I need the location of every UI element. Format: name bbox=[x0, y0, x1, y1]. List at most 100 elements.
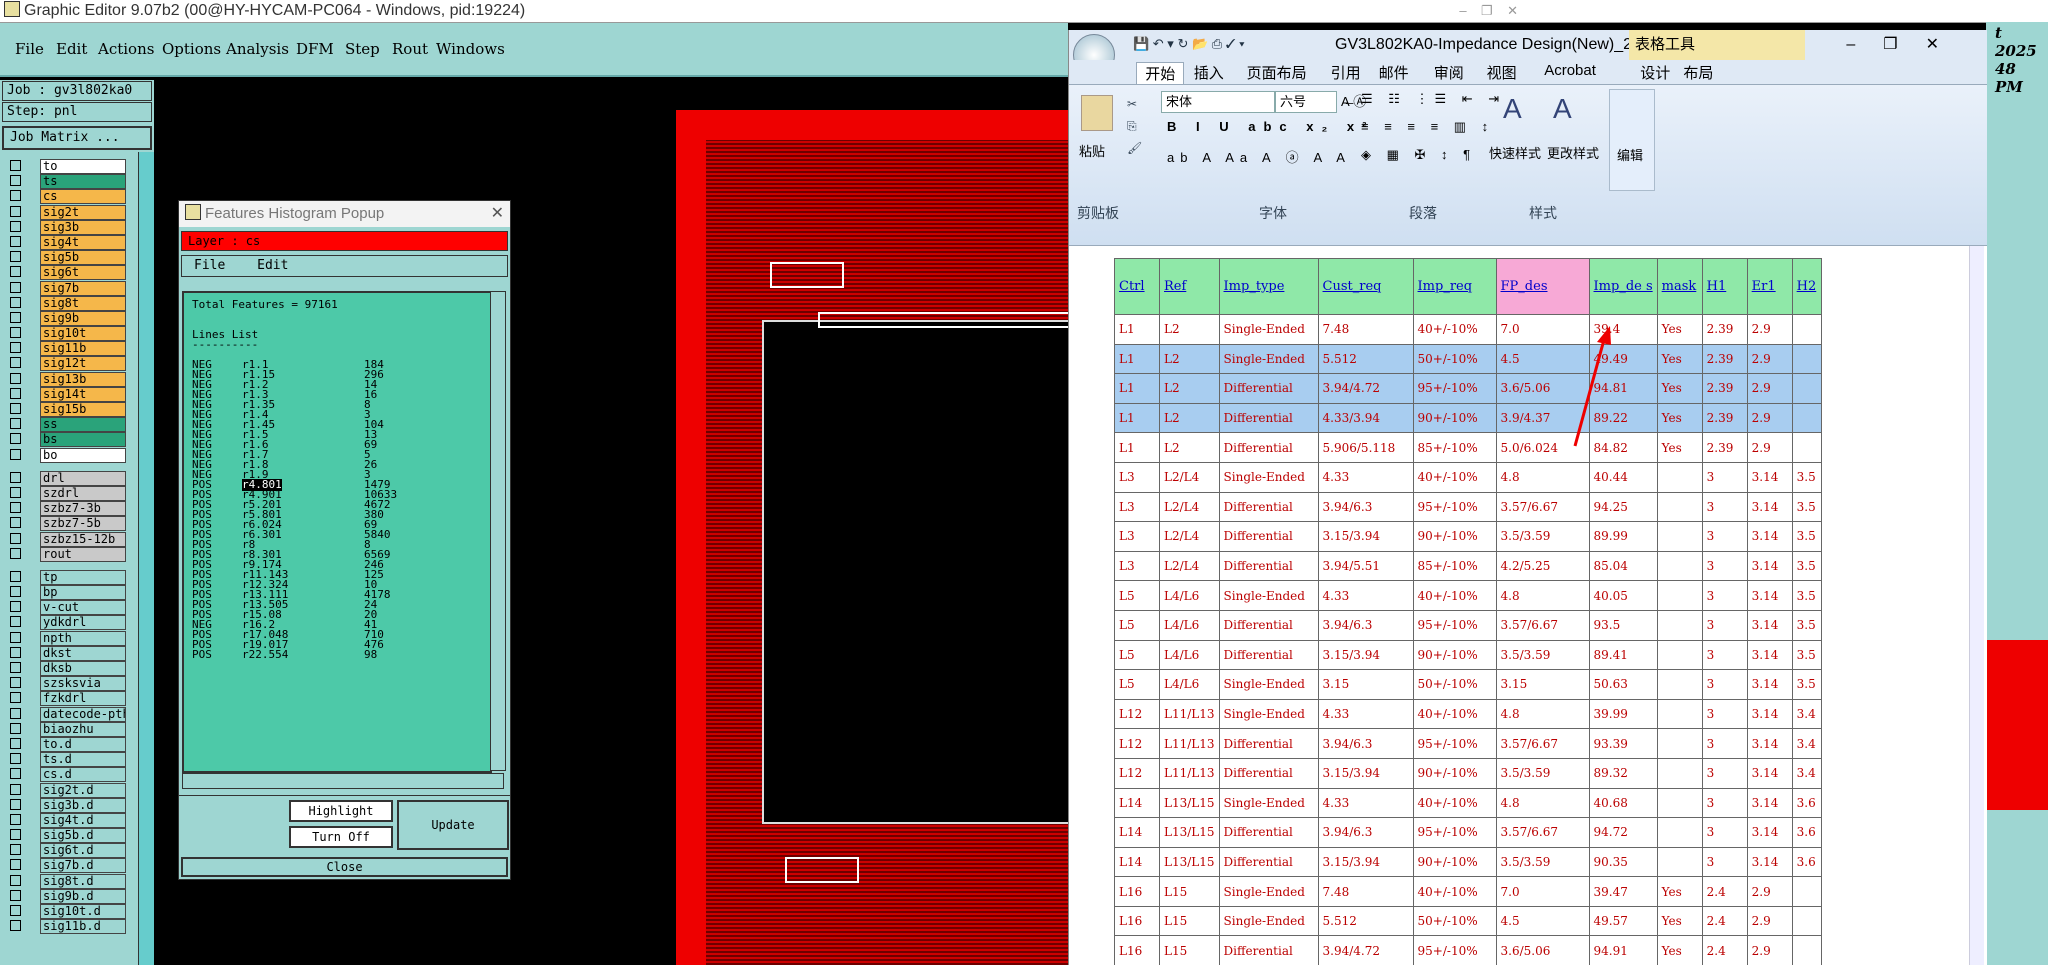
layer-row-szdrl[interactable]: szdrl bbox=[0, 485, 154, 501]
menu-actions[interactable]: Actions bbox=[98, 40, 154, 58]
layer-name[interactable]: szbz7-5b bbox=[40, 516, 126, 532]
layer-name[interactable]: bs bbox=[40, 432, 126, 448]
layer-row-bo[interactable]: bo bbox=[0, 447, 154, 463]
layer-row-sig12t[interactable]: sig12t bbox=[0, 355, 154, 372]
layer-name[interactable]: sig8t bbox=[40, 295, 126, 311]
layer-checkbox[interactable] bbox=[10, 783, 21, 795]
layer-name[interactable]: sig5b bbox=[40, 250, 126, 266]
layer-checkbox[interactable] bbox=[10, 707, 21, 719]
layer-name[interactable]: sig9b.d bbox=[40, 888, 126, 904]
layer-row-cs[interactable]: cs bbox=[0, 188, 154, 205]
layer-row-datecode-pth[interactable]: datecode-pth bbox=[0, 706, 154, 722]
edit-group[interactable] bbox=[1609, 89, 1655, 191]
layer-row-sig13b[interactable]: sig13b bbox=[0, 371, 154, 387]
layer-row-sig15b[interactable]: sig15b bbox=[0, 401, 154, 417]
layer-name[interactable]: sig14t bbox=[40, 386, 126, 402]
clipboard-icons[interactable]: ✂ ⎘ 🖌 bbox=[1127, 93, 1142, 159]
popup-menu-edit[interactable]: Edit bbox=[257, 258, 288, 273]
layer-name[interactable]: sig15b bbox=[40, 402, 126, 417]
layer-row-rout[interactable]: rout bbox=[0, 546, 154, 562]
layer-row-ts.d[interactable]: ts.d bbox=[0, 751, 154, 768]
layer-row-sig5b.d[interactable]: sig5b.d bbox=[0, 827, 154, 844]
menu-step[interactable]: Step bbox=[345, 40, 380, 58]
layer-row-fzkdrl[interactable]: fzkdrl bbox=[0, 690, 154, 707]
layer-row-ss[interactable]: ss bbox=[0, 416, 154, 433]
font-format-icons[interactable]: B I U abc x₂ x² bbox=[1167, 119, 1374, 134]
layer-row-to.d[interactable]: to.d bbox=[0, 736, 154, 752]
layer-name[interactable]: datecode-pth bbox=[40, 706, 126, 722]
paragraph-shading-icons[interactable]: ◈ ▦ ✠ ↕ ¶ bbox=[1361, 147, 1476, 163]
layer-name[interactable]: ss bbox=[40, 417, 126, 433]
layer-name[interactable]: sig5b.d bbox=[40, 828, 126, 844]
menu-options[interactable]: Options bbox=[162, 40, 221, 58]
menu-dfm[interactable]: DFM bbox=[296, 40, 334, 58]
layer-checkbox[interactable] bbox=[10, 829, 21, 841]
close-icon[interactable]: ✕ bbox=[491, 201, 504, 227]
layer-checkbox[interactable] bbox=[10, 616, 21, 628]
layer-row-sig6t.d[interactable]: sig6t.d bbox=[0, 842, 154, 859]
layer-name[interactable]: sig3b bbox=[40, 219, 126, 235]
ribbon-tab-2[interactable]: 页面布局 bbox=[1247, 62, 1307, 83]
layer-name[interactable]: ts.d bbox=[40, 752, 126, 768]
layer-checkbox[interactable] bbox=[10, 342, 21, 354]
layer-checkbox[interactable] bbox=[10, 737, 21, 749]
layer-row-sig4t.d[interactable]: sig4t.d bbox=[0, 812, 154, 828]
layer-name[interactable]: sig4t bbox=[40, 234, 126, 250]
layer-name[interactable]: drl bbox=[40, 470, 126, 486]
layer-checkbox[interactable] bbox=[10, 448, 21, 460]
layer-name[interactable]: sig10t bbox=[40, 326, 126, 342]
layer-row-ydkdrl[interactable]: ydkdrl bbox=[0, 614, 154, 631]
layer-checkbox[interactable] bbox=[10, 220, 21, 232]
paste-icon[interactable] bbox=[1081, 95, 1113, 131]
layer-name[interactable]: sig11b.d bbox=[40, 919, 126, 935]
ribbon-tab-9[interactable]: 布局 bbox=[1683, 62, 1713, 83]
change-style-icon[interactable]: A bbox=[1553, 93, 1572, 125]
layer-list-scrollbar[interactable] bbox=[138, 152, 155, 965]
layer-name[interactable]: v-cut bbox=[40, 600, 126, 616]
layer-row-sig10t.d[interactable]: sig10t.d bbox=[0, 903, 154, 919]
layer-checkbox[interactable] bbox=[10, 372, 21, 384]
layer-row-szbz7-5b[interactable]: szbz7-5b bbox=[0, 515, 154, 532]
layer-name[interactable]: tp bbox=[40, 569, 126, 585]
layer-checkbox[interactable] bbox=[10, 418, 21, 430]
layer-checkbox[interactable] bbox=[10, 387, 21, 399]
layer-checkbox[interactable] bbox=[10, 517, 21, 529]
turn-off-button[interactable]: Turn Off bbox=[289, 826, 393, 848]
layer-row-sig6t[interactable]: sig6t bbox=[0, 264, 154, 281]
ribbon-tab-0[interactable]: 开始 bbox=[1136, 62, 1185, 85]
layer-row-npth[interactable]: npth bbox=[0, 630, 154, 646]
layer-checkbox[interactable] bbox=[10, 798, 21, 810]
layer-checkbox[interactable] bbox=[10, 403, 21, 414]
menu-file[interactable]: File bbox=[15, 40, 44, 58]
font-name-select[interactable]: 宋体 bbox=[1161, 91, 1275, 113]
layer-name[interactable]: szdrl bbox=[40, 485, 126, 501]
ribbon-tab-5[interactable]: 审阅 bbox=[1434, 62, 1464, 83]
layer-checkbox[interactable] bbox=[10, 905, 21, 916]
layer-row-drl[interactable]: drl bbox=[0, 470, 154, 486]
layer-row-sig14t[interactable]: sig14t bbox=[0, 386, 154, 402]
layer-name[interactable]: sig4t.d bbox=[40, 812, 126, 828]
layer-name[interactable]: cs bbox=[40, 189, 126, 205]
popup-close-button[interactable]: Close bbox=[181, 857, 508, 877]
layer-name[interactable]: cs.d bbox=[40, 767, 126, 783]
layer-name[interactable]: ydkdrl bbox=[40, 615, 126, 631]
layer-checkbox[interactable] bbox=[10, 433, 21, 445]
layer-checkbox[interactable] bbox=[10, 768, 21, 780]
layer-row-v-cut[interactable]: v-cut bbox=[0, 599, 154, 616]
paragraph-icons-row1[interactable]: ☰ ☷ ⋮☰ ⇤ ⇥ bbox=[1361, 91, 1505, 107]
hist-count[interactable]: 98 bbox=[364, 649, 377, 661]
layer-row-sig3b.d[interactable]: sig3b.d bbox=[0, 797, 154, 813]
layer-checkbox[interactable] bbox=[10, 327, 21, 339]
layer-name[interactable]: sig3b.d bbox=[40, 797, 126, 813]
layer-row-sig8t[interactable]: sig8t bbox=[0, 295, 154, 311]
layer-name[interactable]: biaozhu bbox=[40, 721, 126, 737]
layer-row-sig9b.d[interactable]: sig9b.d bbox=[0, 888, 154, 904]
window-controls[interactable]: – ❐ ✕ bbox=[1459, 0, 1518, 22]
layer-row-sig11b[interactable]: sig11b bbox=[0, 340, 154, 357]
quick-style-label[interactable]: 快速样式 bbox=[1489, 143, 1541, 162]
layer-checkbox[interactable] bbox=[10, 471, 21, 483]
layer-checkbox[interactable] bbox=[10, 175, 21, 187]
layer-checkbox[interactable] bbox=[10, 281, 21, 293]
menu-edit[interactable]: Edit bbox=[56, 40, 87, 58]
layer-name[interactable]: rout bbox=[40, 546, 126, 562]
